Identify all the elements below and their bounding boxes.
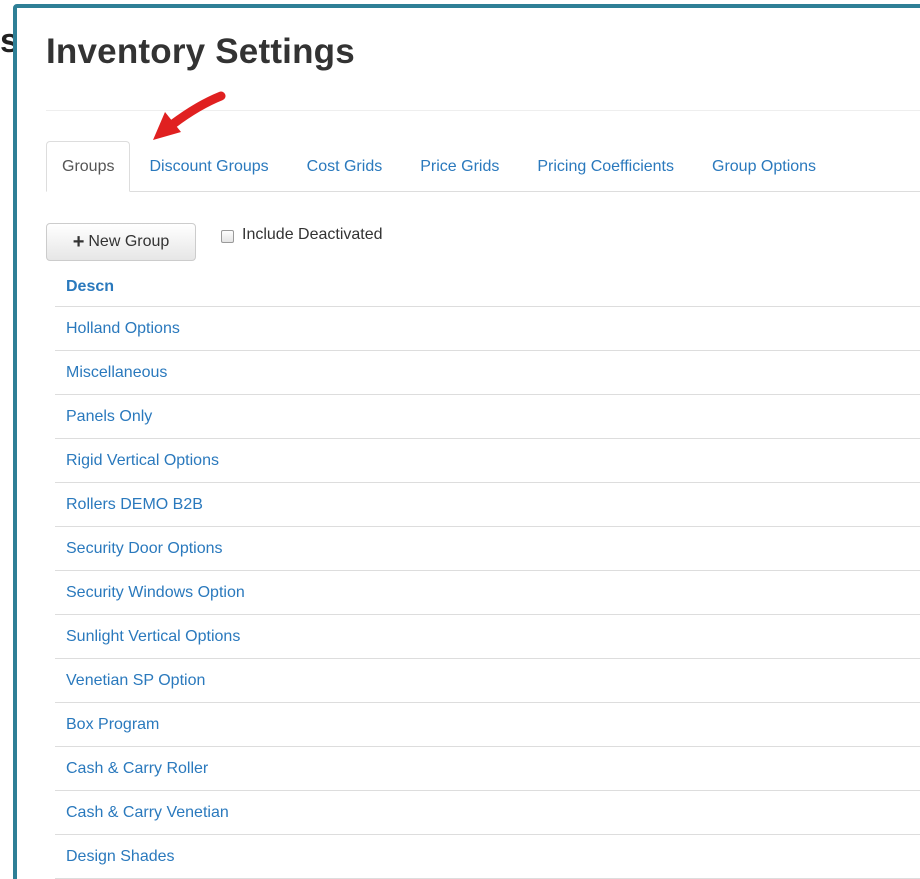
table-row: Sunlight Vertical Options bbox=[55, 615, 920, 659]
group-link[interactable]: Cash & Carry Roller bbox=[66, 760, 208, 778]
column-header-descn[interactable]: Descn bbox=[55, 268, 920, 307]
table-row: Security Windows Option bbox=[55, 571, 920, 615]
settings-tabs: Groups Discount Groups Cost Grids Price Gri… bbox=[46, 141, 920, 192]
include-deactivated-checkbox[interactable] bbox=[221, 229, 234, 243]
table-row: Box Program bbox=[55, 703, 920, 747]
new-group-button[interactable]: + New Group bbox=[46, 223, 196, 261]
page-title: Inventory Settings bbox=[46, 32, 355, 71]
plus-icon: + bbox=[72, 231, 85, 253]
group-link[interactable]: Miscellaneous bbox=[66, 364, 167, 382]
screenshot-stage: s Inventory Settings Groups Discount Grou… bbox=[0, 0, 920, 879]
group-link[interactable]: Box Program bbox=[66, 716, 159, 734]
groups-toolbar: + New Group Include Deactivated bbox=[46, 220, 646, 261]
table-row: Cash & Carry Roller bbox=[55, 747, 920, 791]
group-link[interactable]: Panels Only bbox=[66, 408, 152, 426]
tab-cost-grids[interactable]: Cost Grids bbox=[288, 142, 402, 191]
group-link[interactable]: Rollers DEMO B2B bbox=[66, 496, 203, 514]
table-row: Miscellaneous bbox=[55, 351, 920, 395]
tab-discount-groups[interactable]: Discount Groups bbox=[130, 142, 287, 191]
group-link[interactable]: Design Shades bbox=[66, 848, 175, 866]
include-deactivated-toggle[interactable]: Include Deactivated bbox=[221, 226, 383, 244]
table-row: Holland Options bbox=[55, 307, 920, 351]
table-row: Rollers DEMO B2B bbox=[55, 483, 920, 527]
table-row: Panels Only bbox=[55, 395, 920, 439]
tab-price-grids[interactable]: Price Grids bbox=[401, 142, 518, 191]
tab-groups[interactable]: Groups bbox=[46, 141, 131, 192]
group-link[interactable]: Cash & Carry Venetian bbox=[66, 804, 229, 822]
groups-table: Descn Holland Options Miscellaneous Panels… bbox=[55, 268, 920, 879]
new-group-label: New Group bbox=[88, 233, 170, 250]
group-link[interactable]: Security Windows Option bbox=[66, 584, 245, 602]
table-row: Cash & Carry Venetian bbox=[55, 791, 920, 835]
table-row: Rigid Vertical Options bbox=[55, 439, 920, 483]
table-row: Design Shades bbox=[55, 835, 920, 879]
group-link[interactable]: Venetian SP Option bbox=[66, 672, 205, 690]
table-row: Venetian SP Option bbox=[55, 659, 920, 703]
group-link[interactable]: Security Door Options bbox=[66, 540, 223, 558]
group-link[interactable]: Sunlight Vertical Options bbox=[66, 628, 240, 646]
groups-table-body: Holland Options Miscellaneous Panels Only R… bbox=[55, 307, 920, 879]
tab-pricing-coefficients[interactable]: Pricing Coefficients bbox=[518, 142, 693, 191]
group-link[interactable]: Holland Options bbox=[66, 320, 180, 338]
table-row: Security Door Options bbox=[55, 527, 920, 571]
include-deactivated-label: Include Deactivated bbox=[242, 226, 383, 243]
annotation-arrow-icon bbox=[153, 91, 226, 140]
tab-group-options[interactable]: Group Options bbox=[693, 142, 835, 191]
group-link[interactable]: Rigid Vertical Options bbox=[66, 452, 219, 470]
settings-panel: Inventory Settings Groups Discount Groups… bbox=[13, 4, 920, 879]
